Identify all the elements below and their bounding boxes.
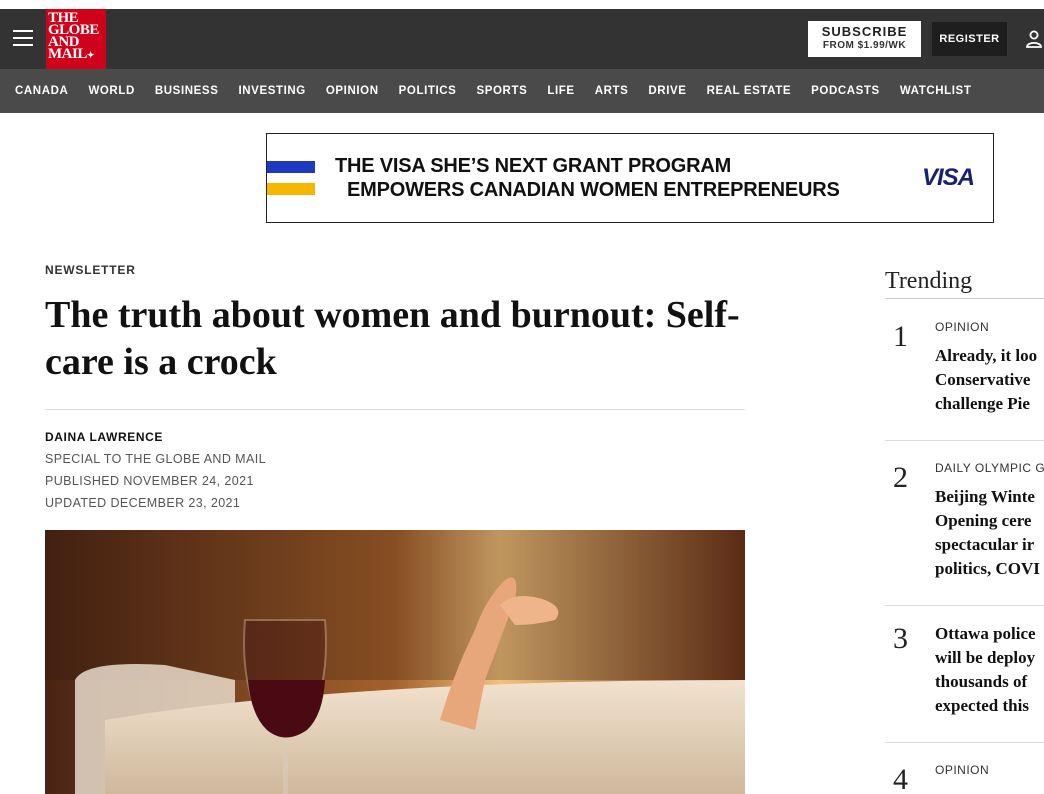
trending-item[interactable]: 2 DAILY OLYMPIC G Beijing Winte Opening … (885, 461, 1044, 591)
menu-icon[interactable] (13, 30, 33, 46)
trending-rank: 1 (893, 320, 908, 353)
subscribe-price: FROM $1.99/WK (822, 40, 907, 51)
trending-rank: 4 (893, 763, 908, 794)
article-headline: The truth about women and burnout: Self-… (45, 294, 740, 383)
article-kicker[interactable]: NEWSLETTER (45, 263, 136, 277)
nav-item-investing[interactable]: INVESTING (238, 85, 305, 97)
trending-rank: 2 (893, 461, 908, 494)
author-name[interactable]: DAINA LAWRENCE (45, 430, 163, 444)
trending-item[interactable]: 1 OPINION Already, it loo Conservative c… (885, 320, 1044, 430)
trending-divider (885, 440, 1044, 441)
trending-headline-line[interactable]: Opening cere (935, 509, 1044, 533)
top-bar: THE GLOBE AND MAIL✦ SUBSCRIBE FROM $1.99… (0, 0, 1044, 69)
divider (45, 409, 745, 410)
trending-divider (885, 742, 1044, 743)
visa-logo: VISA (922, 164, 975, 191)
trending-title: Trending (885, 268, 973, 294)
globe-and-mail-logo[interactable]: THE GLOBE AND MAIL✦ (46, 9, 106, 69)
nav-item-drive[interactable]: DRIVE (648, 85, 686, 97)
trending-headline-line[interactable]: expected this (935, 694, 1044, 718)
published-date: PUBLISHED NOVEMBER 24, 2021 (45, 474, 254, 488)
nav-item-podcasts[interactable]: PODCASTS (811, 85, 880, 97)
article-hero-image (45, 530, 745, 794)
trending-headline-line[interactable]: politics, COVI (935, 557, 1044, 581)
trending-item[interactable]: 3 Ottawa police will be deploy thousands… (885, 622, 1044, 722)
subscribe-label: SUBSCRIBE (821, 24, 908, 39)
subscribe-button[interactable]: SUBSCRIBE FROM $1.99/WK (808, 21, 921, 57)
ad-yellow-bar (267, 183, 315, 195)
nav-item-world[interactable]: WORLD (88, 85, 134, 97)
trending-headline-line[interactable]: will be deploy (935, 646, 1044, 670)
nav-item-opinion[interactable]: OPINION (326, 85, 379, 97)
trending-label: OPINION (935, 320, 990, 334)
nav-item-sports[interactable]: SPORTS (476, 85, 527, 97)
ad-headline-line2: EMPOWERS CANADIAN WOMEN ENTREPRENEURS (347, 179, 840, 201)
trending-divider (885, 298, 1044, 299)
nav-item-canada[interactable]: CANADA (15, 85, 68, 97)
nav-item-business[interactable]: BUSINESS (155, 85, 219, 97)
trending-headline-line[interactable]: challenge Pie (935, 392, 1044, 416)
trending-headline-line[interactable]: Already, it loo (935, 344, 1044, 368)
updated-date: UPDATED DECEMBER 23, 2021 (45, 496, 241, 510)
section-nav: CANADA WORLD BUSINESS INVESTING OPINION … (0, 69, 1044, 113)
trending-label: DAILY OLYMPIC G (935, 461, 1044, 475)
ad-headline-line1: THE VISA SHE’S NEXT GRANT PROGRAM (335, 155, 732, 177)
author-affiliation: SPECIAL TO THE GLOBE AND MAIL (45, 452, 266, 466)
nav-item-watchlist[interactable]: WATCHLIST (900, 85, 972, 97)
trending-divider (885, 605, 1044, 606)
trending-label: OPINION (935, 763, 990, 777)
visa-ad-banner[interactable]: THE VISA SHE’S NEXT GRANT PROGRAM EMPOWE… (266, 133, 994, 223)
trending-headline-line[interactable]: Conservative (935, 368, 1044, 392)
trending-headline-line[interactable]: Beijing Winte (935, 485, 1044, 509)
trending-item[interactable]: 4 OPINION (885, 763, 1044, 794)
trending-headline-line[interactable]: Ottawa police (935, 622, 1044, 646)
nav-item-real-estate[interactable]: REAL ESTATE (707, 85, 792, 97)
maple-leaf-icon: ✦ (86, 50, 95, 60)
trending-headline-line[interactable]: spectacular ir (935, 533, 1044, 557)
ad-blue-bar (267, 161, 315, 173)
nav-item-life[interactable]: LIFE (547, 85, 574, 97)
nav-item-arts[interactable]: ARTS (595, 85, 629, 97)
register-button[interactable]: REGISTER (932, 22, 1007, 56)
nav-item-politics[interactable]: POLITICS (399, 85, 457, 97)
trending-headline-line[interactable]: thousands of (935, 670, 1044, 694)
trending-rank: 3 (893, 622, 908, 655)
user-icon[interactable] (1025, 30, 1044, 48)
top-strip (0, 0, 1044, 9)
